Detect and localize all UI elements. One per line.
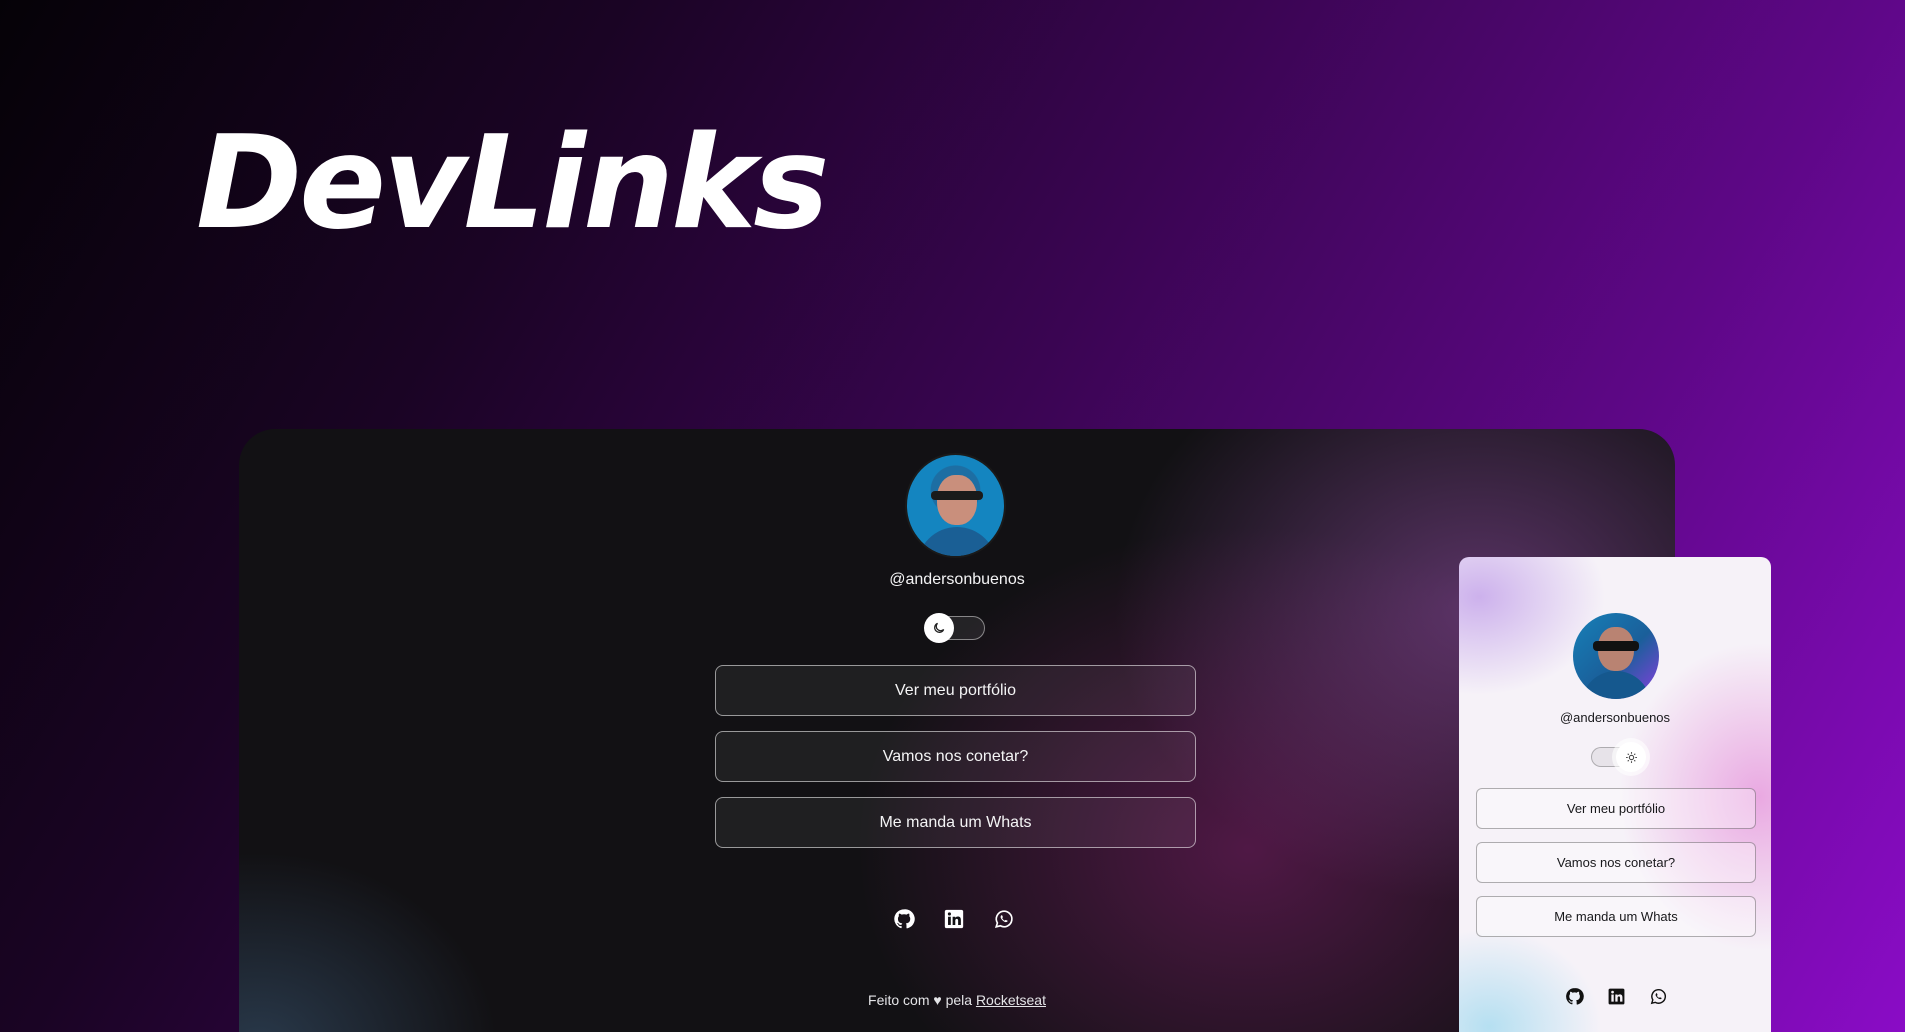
linkedin-icon[interactable] [1605,985,1627,1007]
linkedin-icon[interactable] [942,907,966,931]
social-links [1563,985,1669,1007]
rocketseat-link[interactable]: Rocketseat [976,992,1046,1008]
connect-link-button[interactable]: Vamos nos conetar? [715,731,1196,782]
whatsapp-icon[interactable] [992,907,1016,931]
theme-toggle[interactable] [1591,742,1646,772]
whatsapp-link-button[interactable]: Me manda um Whats [715,797,1196,848]
connect-link-button[interactable]: Vamos nos conetar? [1476,842,1756,883]
link-list: Ver meu portfólio Vamos nos conetar? Me … [1476,788,1756,950]
profile-handle: @andersonbuenos [1559,710,1671,725]
theme-toggle[interactable] [924,613,985,643]
link-list: Ver meu portfólio Vamos nos conetar? Me … [715,665,1196,863]
github-icon[interactable] [892,907,916,931]
whatsapp-icon[interactable] [1647,985,1669,1007]
github-icon[interactable] [1563,985,1585,1007]
avatar [1573,613,1659,699]
avatar [905,453,1006,558]
moon-icon [924,613,954,643]
social-links [892,907,1016,931]
whatsapp-link-button[interactable]: Me manda um Whats [1476,896,1756,937]
portfolio-link-button[interactable]: Ver meu portfólio [1476,788,1756,829]
portfolio-link-button[interactable]: Ver meu portfólio [715,665,1196,716]
mobile-preview: @andersonbuenos Ver meu portfólio Vamos … [1459,557,1771,1032]
footer-text: Feito com ♥ pela [868,992,973,1008]
sun-icon [1616,742,1646,772]
hero-title: DevLinks [196,109,829,258]
